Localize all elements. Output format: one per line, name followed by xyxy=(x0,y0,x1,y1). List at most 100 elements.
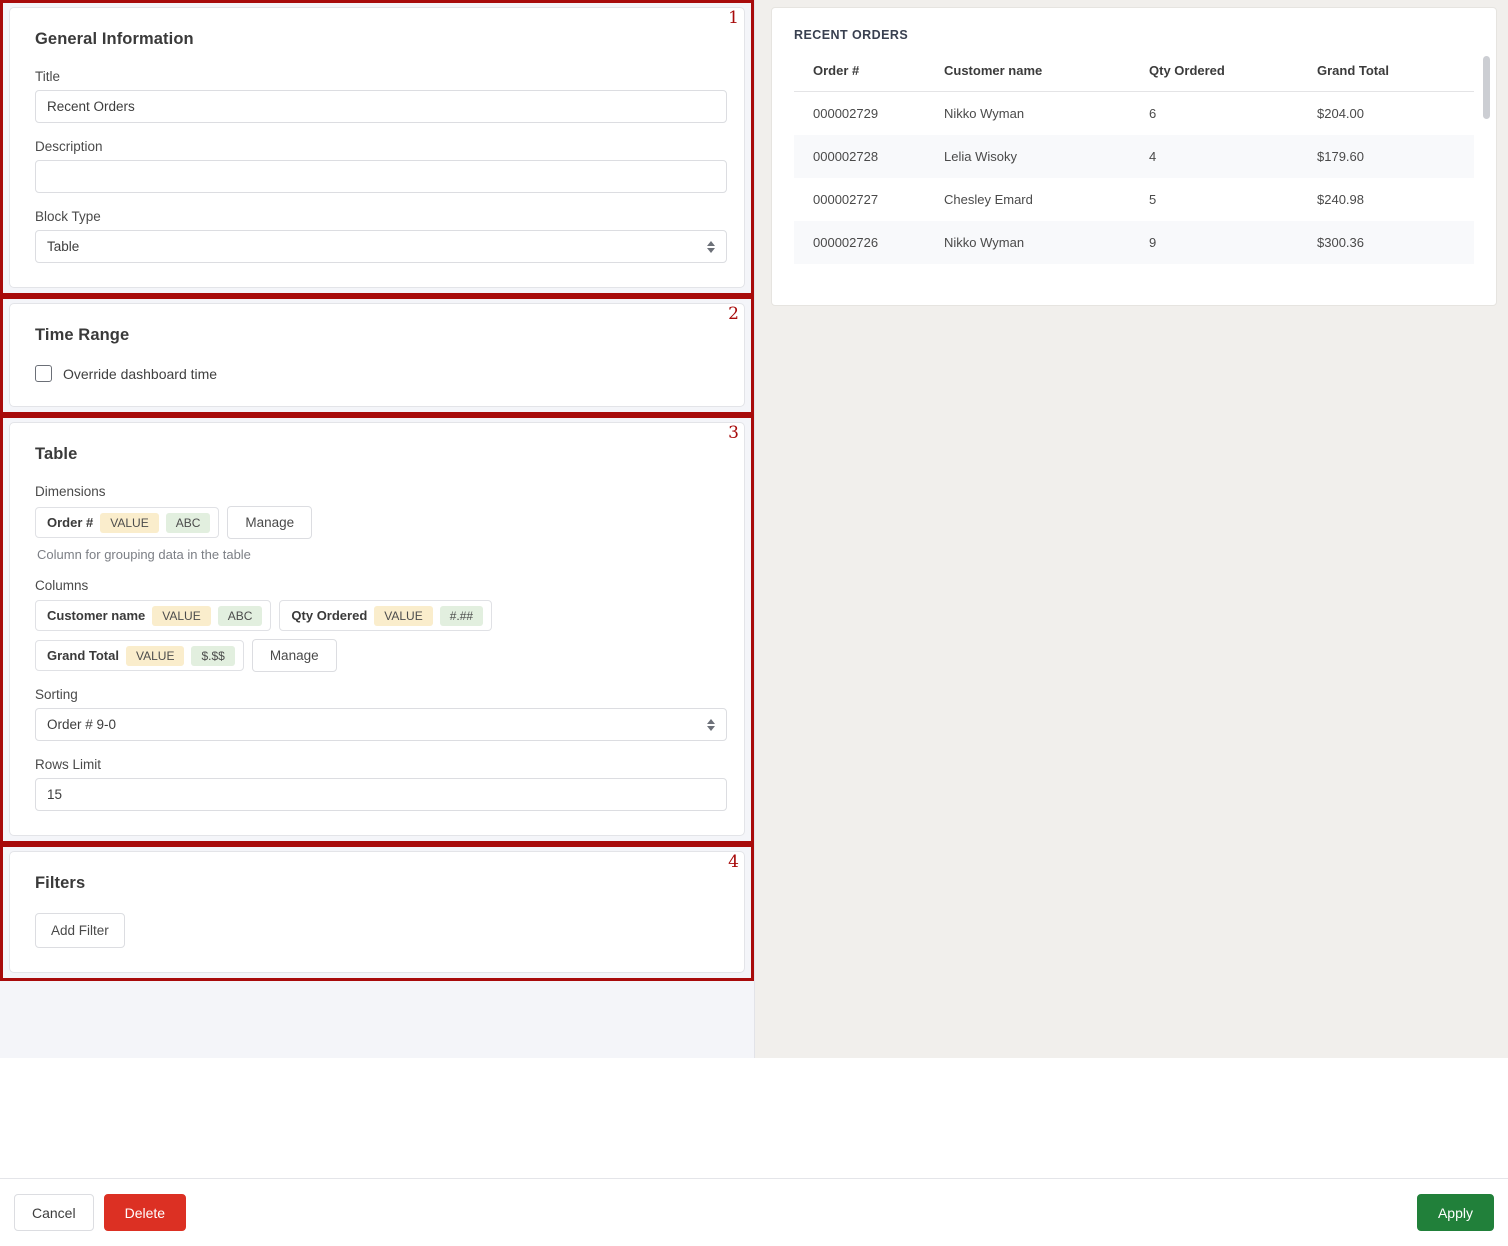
table-row: 000002727 Chesley Emard 5 $240.98 xyxy=(794,178,1474,221)
table-settings-heading: Table xyxy=(35,445,719,464)
preview-col-order: Order # xyxy=(794,63,944,92)
preview-col-qty: Qty Ordered xyxy=(1149,63,1317,92)
annotation-region-3: 3 Table Dimensions Order # VALUE ABC Man… xyxy=(0,415,754,844)
column-chip-format-badge: $.$$ xyxy=(191,646,234,666)
dimensions-manage-button[interactable]: Manage xyxy=(227,506,312,539)
block-type-select[interactable]: Table xyxy=(35,230,727,263)
cell-qty: 5 xyxy=(1149,178,1317,221)
cell-order: 000002729 xyxy=(794,92,944,136)
block-editor-screen: 1 General Information Title Description … xyxy=(0,0,1508,1246)
sorting-field: Sorting Order # 9-0 xyxy=(35,687,719,741)
editor-panes: 1 General Information Title Description … xyxy=(0,0,1508,1058)
dimension-chip-value-badge: VALUE xyxy=(100,513,158,533)
dimension-chip-format-badge: ABC xyxy=(166,513,211,533)
apply-button[interactable]: Apply xyxy=(1417,1194,1494,1231)
column-chip-customer-name[interactable]: Customer name VALUE ABC xyxy=(35,600,271,631)
preview-block-title: RECENT ORDERS xyxy=(794,28,1474,42)
annotation-region-1: 1 General Information Title Description … xyxy=(0,0,754,296)
column-chip-value-badge: VALUE xyxy=(152,606,210,626)
column-chip-format-badge: ABC xyxy=(218,606,263,626)
time-range-heading: Time Range xyxy=(35,326,719,345)
table-row: 000002726 Nikko Wyman 9 $300.36 xyxy=(794,221,1474,264)
chevron-updown-icon xyxy=(707,719,715,731)
table-settings-card: Table Dimensions Order # VALUE ABC Manag… xyxy=(9,422,745,836)
cell-qty: 4 xyxy=(1149,135,1317,178)
cell-total: $179.60 xyxy=(1317,135,1474,178)
title-label: Title xyxy=(35,69,719,84)
title-field: Title xyxy=(35,69,719,123)
cell-order: 000002728 xyxy=(794,135,944,178)
column-chip-grand-total[interactable]: Grand Total VALUE $.$$ xyxy=(35,640,244,671)
sorting-selected-value: Order # 9-0 xyxy=(47,717,116,732)
block-type-selected-value: Table xyxy=(47,239,79,254)
column-chip-format-badge: #.## xyxy=(440,606,483,626)
column-chip-name: Customer name xyxy=(47,608,145,623)
preview-table-header-row: Order # Customer name Qty Ordered Grand … xyxy=(794,63,1474,92)
override-dashboard-time-checkbox[interactable] xyxy=(35,365,52,382)
cell-total: $240.98 xyxy=(1317,178,1474,221)
dimension-chip-name: Order # xyxy=(47,515,93,530)
cell-qty: 9 xyxy=(1149,221,1317,264)
preview-table: Order # Customer name Qty Ordered Grand … xyxy=(794,63,1474,264)
description-label: Description xyxy=(35,139,719,154)
time-range-card: Time Range Override dashboard time xyxy=(9,303,745,407)
table-row: 000002729 Nikko Wyman 6 $204.00 xyxy=(794,92,1474,136)
columns-label: Columns xyxy=(35,578,719,593)
title-input[interactable] xyxy=(35,90,727,123)
columns-manage-button[interactable]: Manage xyxy=(252,639,337,672)
rows-limit-field: Rows Limit xyxy=(35,757,719,811)
description-input[interactable] xyxy=(35,160,727,193)
annotation-number-2: 2 xyxy=(728,306,739,323)
block-type-label: Block Type xyxy=(35,209,719,224)
annotation-region-4: 4 Filters Add Filter xyxy=(0,844,754,981)
annotation-region-2: 2 Time Range Override dashboard time xyxy=(0,296,754,415)
dimensions-label: Dimensions xyxy=(35,484,719,499)
general-information-card: General Information Title Description Bl… xyxy=(9,7,745,288)
columns-chip-row-1: Customer name VALUE ABC Qty Ordered VALU… xyxy=(35,600,719,631)
preview-table-head: Order # Customer name Qty Ordered Grand … xyxy=(794,63,1474,92)
preview-block-card: RECENT ORDERS Order # Customer name Qty … xyxy=(771,7,1497,306)
rows-limit-label: Rows Limit xyxy=(35,757,719,772)
override-dashboard-time-label: Override dashboard time xyxy=(63,366,217,382)
table-row: 000002728 Lelia Wisoky 4 $179.60 xyxy=(794,135,1474,178)
cell-customer: Chesley Emard xyxy=(944,178,1149,221)
preview-table-scrollbar[interactable] xyxy=(1483,56,1490,119)
cell-customer: Lelia Wisoky xyxy=(944,135,1149,178)
rows-limit-input[interactable] xyxy=(35,778,727,811)
settings-panel: 1 General Information Title Description … xyxy=(0,0,755,1058)
cancel-button[interactable]: Cancel xyxy=(14,1194,94,1231)
annotation-number-4: 4 xyxy=(728,854,739,871)
dimension-chip-order-number[interactable]: Order # VALUE ABC xyxy=(35,507,219,538)
chevron-updown-icon xyxy=(707,241,715,253)
dimensions-chip-row: Order # VALUE ABC Manage xyxy=(35,506,719,539)
cell-order: 000002726 xyxy=(794,221,944,264)
add-filter-button[interactable]: Add Filter xyxy=(35,913,125,948)
preview-table-body: 000002729 Nikko Wyman 6 $204.00 00000272… xyxy=(794,92,1474,265)
column-chip-name: Grand Total xyxy=(47,648,119,663)
preview-col-customer: Customer name xyxy=(944,63,1149,92)
filters-heading: Filters xyxy=(35,874,719,893)
sorting-label: Sorting xyxy=(35,687,719,702)
columns-chip-row-2: Grand Total VALUE $.$$ Manage xyxy=(35,639,719,672)
column-chip-qty-ordered[interactable]: Qty Ordered VALUE #.## xyxy=(279,600,492,631)
sorting-select[interactable]: Order # 9-0 xyxy=(35,708,727,741)
annotation-number-1: 1 xyxy=(728,10,739,27)
filters-card: Filters Add Filter xyxy=(9,851,745,973)
delete-button[interactable]: Delete xyxy=(104,1194,186,1231)
block-type-field: Block Type Table xyxy=(35,209,719,263)
override-dashboard-time-row[interactable]: Override dashboard time xyxy=(35,365,719,382)
cell-qty: 6 xyxy=(1149,92,1317,136)
general-information-heading: General Information xyxy=(35,30,719,49)
cell-total: $300.36 xyxy=(1317,221,1474,264)
editor-footer: Cancel Delete Apply xyxy=(0,1178,1508,1246)
column-chip-value-badge: VALUE xyxy=(126,646,184,666)
preview-col-total: Grand Total xyxy=(1317,63,1474,92)
cell-customer: Nikko Wyman xyxy=(944,221,1149,264)
cell-order: 000002727 xyxy=(794,178,944,221)
cell-customer: Nikko Wyman xyxy=(944,92,1149,136)
annotation-number-3: 3 xyxy=(728,425,739,442)
dimensions-hint: Column for grouping data in the table xyxy=(37,547,719,562)
column-chip-name: Qty Ordered xyxy=(291,608,367,623)
preview-panel: RECENT ORDERS Order # Customer name Qty … xyxy=(755,0,1508,1058)
cell-total: $204.00 xyxy=(1317,92,1474,136)
